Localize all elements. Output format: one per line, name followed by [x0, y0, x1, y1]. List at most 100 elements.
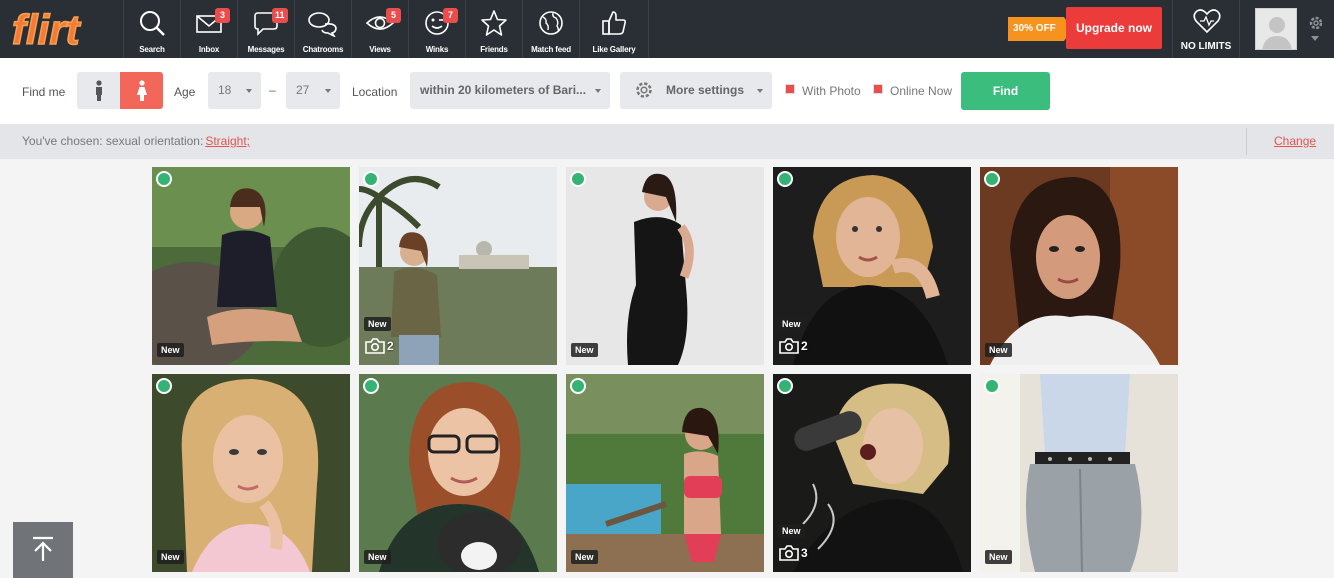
new-tag: New — [778, 524, 805, 538]
location-value: within 20 kilometers of Bari... — [420, 83, 587, 97]
age-from-value: 18 — [218, 83, 232, 97]
svg-text:flirt: flirt — [12, 6, 82, 53]
chatrooms-icon — [308, 12, 337, 37]
profile-card[interactable]: New — [566, 374, 764, 572]
with-photo-checkbox[interactable] — [785, 84, 795, 94]
online-indicator — [984, 171, 1000, 187]
winks-badge: 7 — [443, 8, 458, 23]
thumbs-up-icon — [602, 11, 627, 35]
nav-search[interactable]: Search — [123, 0, 180, 58]
more-settings-label: More settings — [666, 83, 745, 97]
nav-inbox[interactable]: 3 Inbox — [180, 0, 237, 58]
no-limits-button[interactable]: NO LIMITS — [1172, 0, 1240, 58]
online-indicator — [777, 378, 793, 394]
chevron-down-icon — [246, 89, 252, 93]
nav-label: Views — [369, 45, 391, 54]
with-photo-label[interactable]: With Photo — [802, 84, 861, 98]
gear-icon — [636, 82, 652, 98]
find-button[interactable]: Find — [961, 72, 1050, 110]
new-tag: New — [157, 343, 184, 357]
chevron-down-icon — [595, 89, 601, 93]
profile-card[interactable]: New 2 — [359, 167, 557, 365]
chevron-down-icon — [757, 89, 763, 93]
nav-winks[interactable]: 7 Winks — [408, 0, 465, 58]
orientation-link[interactable]: Straight; — [205, 134, 250, 148]
new-tag: New — [985, 343, 1012, 357]
age-to-select[interactable]: 27 — [286, 72, 340, 109]
no-limits-label: NO LIMITS — [1180, 41, 1232, 52]
location-label: Location — [352, 85, 398, 99]
online-indicator — [363, 378, 379, 394]
new-tag: New — [778, 317, 805, 331]
new-tag: New — [571, 343, 598, 357]
profile-card[interactable]: New — [152, 167, 350, 365]
search-filter-bar: Find me Age 18 – 27 Location within 20 k… — [0, 58, 1334, 124]
upgrade-now-button[interactable]: Upgrade now — [1066, 7, 1162, 49]
change-link[interactable]: Change — [1274, 124, 1316, 159]
photo-count: 2 — [365, 336, 394, 356]
male-icon — [95, 79, 102, 101]
profile-card[interactable]: New — [980, 167, 1178, 365]
online-now-label[interactable]: Online Now — [890, 84, 952, 98]
user-avatar[interactable] — [1255, 8, 1297, 50]
nav-label: Chatrooms — [302, 45, 344, 54]
profile-photo — [980, 374, 1178, 572]
discount-badge: 30% OFF — [1008, 17, 1072, 41]
inbox-badge: 3 — [215, 8, 230, 23]
profile-card[interactable]: New — [980, 374, 1178, 572]
nav-views[interactable]: 5 Views — [351, 0, 408, 58]
photo-count-value: 2 — [387, 339, 394, 353]
nav-match-feed[interactable]: Match feed — [522, 0, 579, 58]
profile-photo — [566, 374, 764, 572]
new-tag: New — [157, 550, 184, 564]
top-navigation: flirt Search 3 Inbox 11 Messages Chatroo… — [0, 0, 1334, 58]
new-tag: New — [571, 550, 598, 564]
views-badge: 5 — [386, 8, 401, 23]
female-icon — [136, 79, 147, 101]
photo-count: 2 — [779, 336, 808, 356]
more-settings-dropdown[interactable]: More settings — [620, 72, 772, 109]
settings-gear-icon[interactable] — [1307, 14, 1325, 32]
profile-photo — [152, 374, 350, 572]
profile-photo — [152, 167, 350, 365]
profile-card[interactable]: New 2 — [773, 167, 971, 365]
new-tag: New — [364, 317, 391, 331]
new-tag: New — [364, 550, 391, 564]
age-label: Age — [174, 85, 196, 99]
nav-friends[interactable]: Friends — [465, 0, 522, 58]
profile-card[interactable]: New — [359, 374, 557, 572]
settings-caret-icon[interactable] — [1311, 36, 1319, 41]
profile-card[interactable]: New — [566, 167, 764, 365]
photo-count: 3 — [779, 543, 808, 563]
profile-photo — [566, 167, 764, 365]
male-toggle[interactable] — [77, 72, 120, 109]
nav-chatrooms[interactable]: Chatrooms — [294, 0, 351, 58]
search-icon — [140, 11, 165, 36]
nav-label: Friends — [480, 45, 508, 54]
new-tag: New — [985, 550, 1012, 564]
nav-messages[interactable]: 11 Messages — [237, 0, 294, 58]
female-toggle[interactable] — [120, 72, 163, 109]
online-indicator — [570, 378, 586, 394]
age-separator: – — [269, 83, 276, 97]
messages-badge: 11 — [272, 8, 288, 23]
nav-like-gallery[interactable]: Like Gallery — [579, 0, 649, 58]
chosen-text: You've chosen: sexual orientation: Straig… — [22, 124, 250, 159]
profile-card[interactable]: New — [152, 374, 350, 572]
star-icon — [481, 10, 507, 36]
location-select[interactable]: within 20 kilometers of Bari... — [410, 72, 610, 109]
flirt-logo[interactable]: flirt — [10, 4, 98, 54]
nav-label: Like Gallery — [592, 45, 636, 54]
chosen-prefix: You've chosen: sexual orientation: — [22, 134, 204, 148]
age-from-select[interactable]: 18 — [208, 72, 261, 109]
scroll-to-top-button[interactable] — [13, 522, 73, 578]
online-now-checkbox[interactable] — [873, 84, 883, 94]
nav-label: Match feed — [531, 45, 571, 54]
nav-items: Search 3 Inbox 11 Messages Chatrooms 5 V… — [123, 0, 649, 58]
profile-photo — [980, 167, 1178, 365]
profile-card[interactable]: New 3 — [773, 374, 971, 572]
photo-count-value: 3 — [801, 546, 808, 560]
nav-label: Search — [139, 45, 165, 54]
chevron-down-icon — [325, 89, 331, 93]
nav-label: Inbox — [198, 45, 220, 54]
